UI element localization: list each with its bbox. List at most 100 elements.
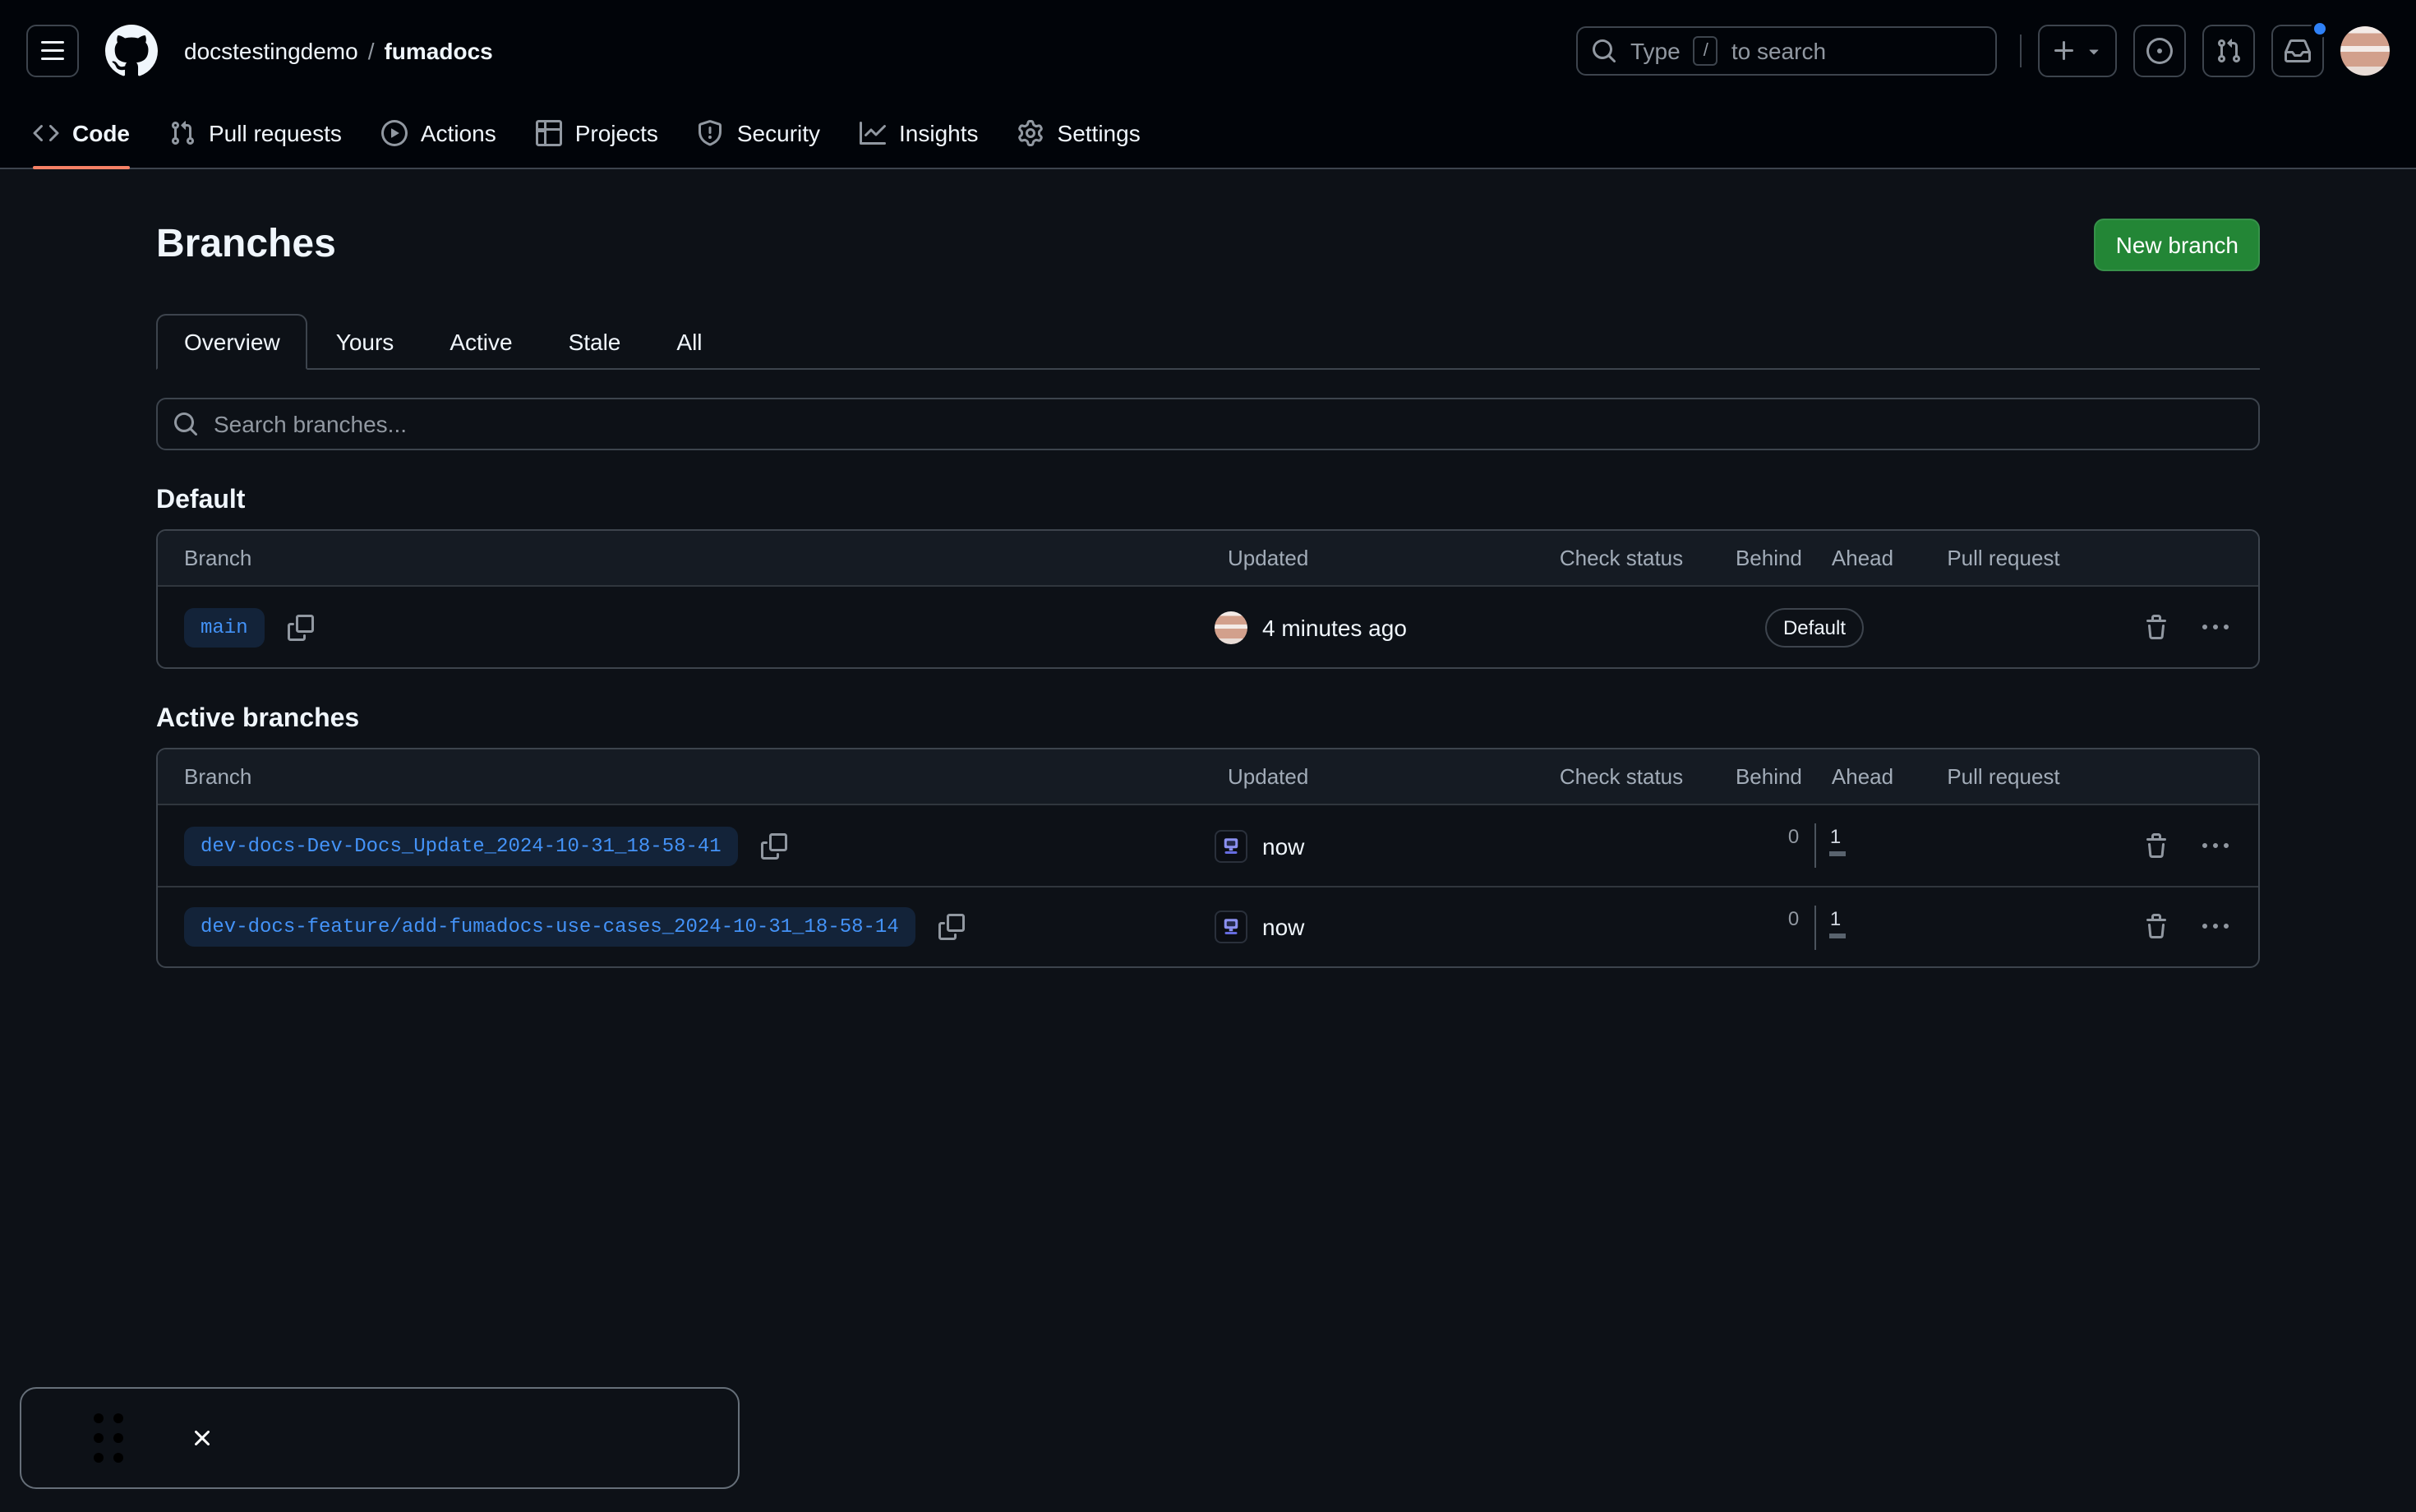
tab-security[interactable]: Security xyxy=(685,102,833,168)
filter-tab-yours[interactable]: Yours xyxy=(308,314,422,370)
pull-requests-button[interactable] xyxy=(2202,25,2255,77)
branch-link[interactable]: dev-docs-Dev-Docs_Update_2024-10-31_18-5… xyxy=(184,826,738,865)
nav-label: Pull requests xyxy=(209,120,342,146)
app-header: docstestingdemo / fumadocs Type / to sea… xyxy=(0,0,2416,169)
row-overflow-menu-button[interactable] xyxy=(2202,614,2229,640)
github-mark-icon xyxy=(105,25,158,77)
tab-actions[interactable]: Actions xyxy=(368,102,509,168)
updated-cell: now xyxy=(1215,910,1502,943)
drag-handle-dots-icon[interactable] xyxy=(94,1413,123,1463)
table-row: main 4 minutes ago Default xyxy=(158,587,2258,667)
caret-down-icon xyxy=(2084,41,2104,61)
branch-link[interactable]: dev-docs-feature/add-fumadocs-use-cases_… xyxy=(184,907,915,947)
updated-time: 4 minutes ago xyxy=(1262,614,1407,640)
filter-tab-active[interactable]: Active xyxy=(422,314,540,370)
graph-icon xyxy=(860,120,886,146)
slash-key-hint: / xyxy=(1694,36,1718,66)
tab-pull-requests[interactable]: Pull requests xyxy=(156,102,355,168)
copy-icon xyxy=(761,832,787,859)
header-right: Type / to search xyxy=(1576,25,2390,77)
gear-icon xyxy=(1018,120,1044,146)
search-icon xyxy=(1591,38,1617,64)
trash-icon xyxy=(2143,614,2169,640)
nav-label: Settings xyxy=(1058,120,1141,146)
shield-icon xyxy=(698,120,724,146)
ahead-count: 1 xyxy=(1815,905,1888,938)
code-icon xyxy=(33,120,59,146)
table-icon xyxy=(536,120,562,146)
column-header-behind: Behind xyxy=(1736,764,1817,789)
notifications-inbox-button[interactable] xyxy=(2271,25,2324,77)
copy-icon xyxy=(288,614,314,640)
column-header-updated: Updated xyxy=(1215,764,1502,789)
ahead-bar xyxy=(1830,851,1847,856)
filter-tab-overview[interactable]: Overview xyxy=(156,314,308,370)
global-search-button[interactable]: Type / to search xyxy=(1576,26,1997,76)
kebab-horizontal-icon xyxy=(2202,832,2229,859)
behind-count: 0 xyxy=(1741,905,1814,938)
branch-search xyxy=(156,398,2260,450)
tab-insights[interactable]: Insights xyxy=(846,102,992,168)
updated-cell: now xyxy=(1215,829,1502,862)
column-header-behind: Behind xyxy=(1736,546,1817,570)
search-placeholder-prefix: Type xyxy=(1630,38,1681,64)
issues-button[interactable] xyxy=(2133,25,2186,77)
column-header-behind-ahead: Behind Ahead xyxy=(1741,749,1888,804)
bot-avatar[interactable] xyxy=(1215,829,1247,862)
header-top: docstestingdemo / fumadocs Type / to sea… xyxy=(0,0,2416,102)
behind-ahead-cell: 0 1 xyxy=(1741,905,1888,949)
breadcrumb-repo-link[interactable]: fumadocs xyxy=(384,38,492,64)
branch-search-input[interactable] xyxy=(156,398,2260,450)
tab-code[interactable]: Code xyxy=(20,102,143,168)
issue-opened-icon xyxy=(2146,38,2173,64)
trash-icon xyxy=(2143,832,2169,859)
new-branch-button[interactable]: New branch xyxy=(2095,219,2260,271)
table-row: dev-docs-feature/add-fumadocs-use-cases_… xyxy=(158,886,2258,966)
user-avatar[interactable] xyxy=(2340,26,2390,76)
nav-label: Projects xyxy=(575,120,658,146)
kebab-horizontal-icon xyxy=(2202,614,2229,640)
row-overflow-menu-button[interactable] xyxy=(2202,832,2229,859)
tab-settings[interactable]: Settings xyxy=(1005,102,1154,168)
copy-branch-name-button[interactable] xyxy=(938,914,965,940)
tab-projects[interactable]: Projects xyxy=(523,102,671,168)
behind-ahead-cell: Default xyxy=(1741,607,1888,647)
column-header-behind-ahead: Behind Ahead xyxy=(1741,531,1888,585)
filter-tab-all[interactable]: All xyxy=(648,314,730,370)
table-header-row: Branch Updated Check status Behind Ahead… xyxy=(158,531,2258,587)
hamburger-menu-button[interactable] xyxy=(26,25,79,77)
committer-avatar[interactable] xyxy=(1215,611,1247,643)
bot-monitor-icon xyxy=(1221,917,1241,937)
delete-branch-button[interactable] xyxy=(2143,832,2169,859)
breadcrumb-owner-link[interactable]: docstestingdemo xyxy=(184,38,358,64)
repo-nav: Code Pull requests Actions Projects Secu… xyxy=(0,102,2416,169)
branch-link-main[interactable]: main xyxy=(184,607,265,647)
table-header-row: Branch Updated Check status Behind Ahead… xyxy=(158,749,2258,805)
row-actions xyxy=(2119,614,2258,640)
header-divider xyxy=(2020,35,2022,67)
bot-avatar[interactable] xyxy=(1215,910,1247,943)
github-branches-page: docstestingdemo / fumadocs Type / to sea… xyxy=(0,0,2416,1512)
create-new-button[interactable] xyxy=(2038,25,2117,77)
nav-label: Insights xyxy=(899,120,979,146)
delete-branch-button[interactable] xyxy=(2143,914,2169,940)
ahead-bar xyxy=(1830,933,1847,938)
delete-branch-button[interactable] xyxy=(2143,614,2169,640)
column-header-pull-request: Pull request xyxy=(1888,546,2119,570)
filter-tab-stale[interactable]: Stale xyxy=(541,314,649,370)
page-title: Branches xyxy=(156,222,336,268)
active-branches-table: Branch Updated Check status Behind Ahead… xyxy=(156,748,2260,968)
copy-branch-name-button[interactable] xyxy=(761,832,787,859)
nav-label: Security xyxy=(737,120,820,146)
widget-close-button[interactable] xyxy=(189,1425,215,1451)
behind-count: 0 xyxy=(1741,823,1814,856)
github-logo[interactable] xyxy=(105,25,158,77)
copy-icon xyxy=(938,914,965,940)
table-row: dev-docs-Dev-Docs_Update_2024-10-31_18-5… xyxy=(158,805,2258,886)
close-x-icon xyxy=(189,1425,215,1451)
copy-branch-name-button[interactable] xyxy=(288,614,314,640)
plus-icon xyxy=(2051,38,2077,64)
row-overflow-menu-button[interactable] xyxy=(2202,914,2229,940)
inbox-icon xyxy=(2285,38,2311,64)
trash-icon xyxy=(2143,914,2169,940)
